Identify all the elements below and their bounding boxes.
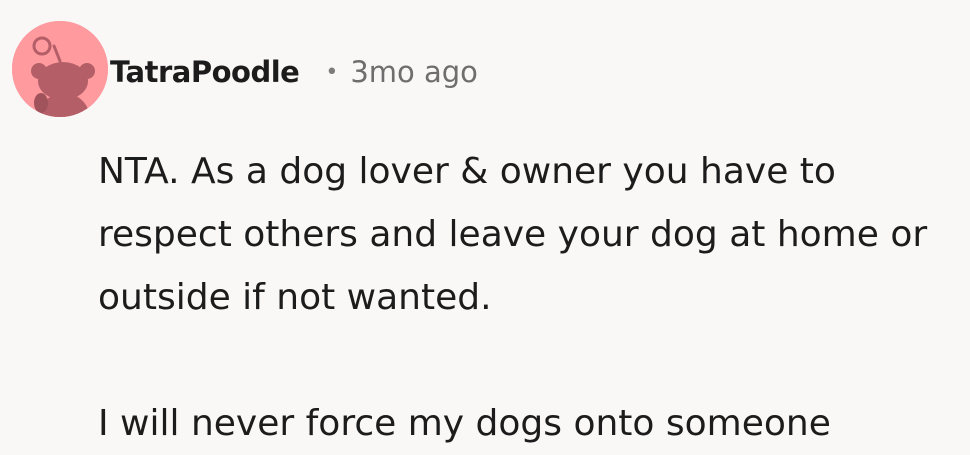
username-link[interactable]: TatraPoodle bbox=[110, 55, 300, 89]
reddit-snoo-avatar-icon bbox=[12, 21, 108, 117]
comment-timestamp[interactable]: 3mo ago bbox=[350, 55, 478, 89]
comment-text-line: NTA. As a dog lover & owner you have to bbox=[98, 151, 836, 192]
comment-paragraph: I will never force my dogs onto someone bbox=[98, 392, 958, 455]
comment-meta: TatraPoodle • 3mo ago bbox=[110, 50, 478, 94]
comment-text-line: I will never force my dogs onto someone bbox=[98, 403, 831, 444]
user-avatar[interactable] bbox=[12, 21, 108, 117]
comment: TatraPoodle • 3mo ago NTA. As a dog love… bbox=[0, 0, 970, 444]
comment-body: NTA. As a dog lover & owner you have to … bbox=[98, 140, 958, 455]
comment-paragraph: NTA. As a dog lover & owner you have to … bbox=[98, 140, 958, 329]
meta-separator: • bbox=[325, 59, 339, 85]
comment-text-line: outside if not wanted. bbox=[98, 277, 492, 318]
comment-text-line: respect others and leave your dog at hom… bbox=[98, 214, 928, 255]
